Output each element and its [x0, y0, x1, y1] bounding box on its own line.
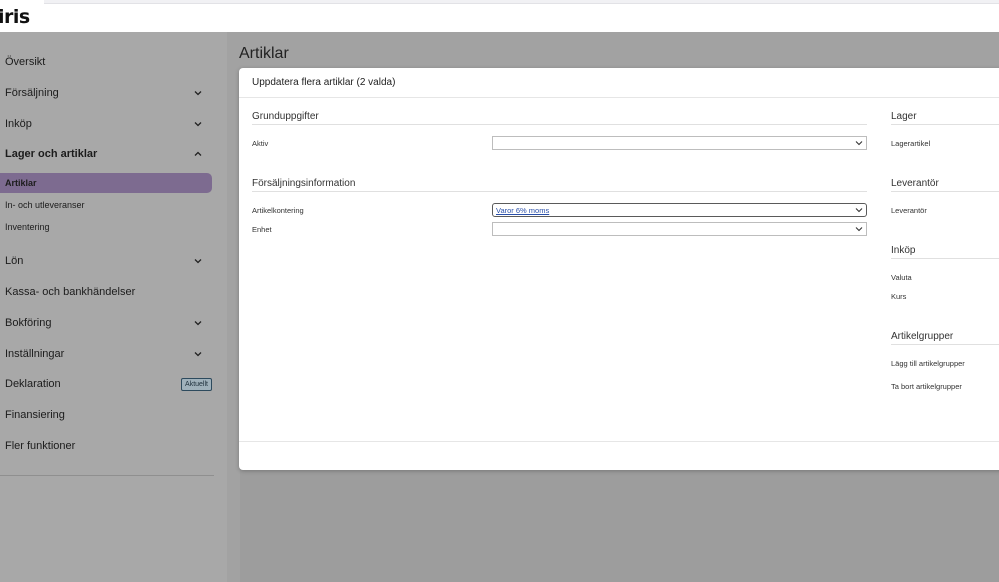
lagerartikel-label: Lagerartikel — [891, 139, 931, 148]
section-divider — [891, 258, 999, 259]
chevron-up-icon — [194, 150, 202, 158]
chevron-down-icon — [194, 120, 202, 128]
tab-strip — [44, 0, 999, 4]
section-title-artikelgrupper: Artikelgrupper — [891, 331, 954, 342]
chevron-down-icon — [194, 89, 202, 97]
sidebar-item-lager-och-artiklar[interactable]: Lager och artiklar — [0, 141, 218, 167]
artikelkontering-select[interactable]: Varor 6% moms — [492, 203, 867, 217]
valuta-label: Valuta — [891, 273, 912, 282]
background-panel — [240, 468, 999, 582]
sidebar-subitem-label: Artiklar — [5, 178, 37, 188]
sidebar-item-label: Lager och artiklar — [5, 148, 98, 160]
artikelkontering-select-value: Varor 6% moms — [496, 206, 550, 215]
section-divider — [891, 124, 999, 125]
sidebar-subitem-in-och-utleveranser[interactable]: In- och utleveranser — [0, 195, 212, 215]
remove-artikelgrupper-label: Ta bort artikelgrupper — [891, 382, 962, 391]
section-title-forsaljningsinformation: Försäljningsinformation — [252, 178, 356, 189]
sidebar-item-label: Kassa- och bankhändelser — [5, 286, 136, 298]
sidebar-item-finansiering[interactable]: Finansiering — [0, 402, 218, 428]
enhet-label: Enhet — [252, 225, 272, 234]
sidebar-subitem-label: Inventering — [5, 222, 50, 232]
section-title-lager: Lager — [891, 111, 917, 122]
sidebar-item-label: Deklaration — [5, 378, 61, 390]
leverantor-label: Leverantör — [891, 206, 927, 215]
page-title: Artiklar — [239, 45, 289, 62]
dialog-footer-divider — [239, 441, 999, 442]
sidebar-item-label: Inköp — [5, 118, 32, 130]
sidebar-item-bokforing[interactable]: Bokföring — [0, 310, 218, 336]
top-bar: iris — [0, 0, 999, 32]
chevron-down-icon — [855, 139, 863, 147]
section-title-inkop: Inköp — [891, 245, 916, 256]
sidebar-item-inkop[interactable]: Inköp — [0, 111, 218, 137]
aktiv-select[interactable] — [492, 136, 867, 150]
kurs-label: Kurs — [891, 292, 907, 301]
sidebar-subitem-label: In- och utleveranser — [5, 200, 85, 210]
update-articles-dialog: Uppdatera flera artiklar (2 valda) Grund… — [239, 68, 999, 470]
aktiv-label: Aktiv — [252, 139, 269, 148]
chevron-down-icon — [194, 257, 202, 265]
sidebar-item-label: Finansiering — [5, 409, 65, 421]
sidebar-item-kassa-och-bankhandelser[interactable]: Kassa- och bankhändelser — [0, 279, 218, 305]
section-title-leverantor: Leverantör — [891, 178, 939, 189]
sidebar-item-label: Inställningar — [5, 348, 65, 360]
sidebar-subitem-inventering[interactable]: Inventering — [0, 217, 212, 237]
sidebar-item-label: Bokföring — [5, 317, 52, 329]
sidebar-subitem-artiklar[interactable]: Artiklar — [0, 173, 212, 193]
sidebar-item-label: Översikt — [5, 56, 46, 68]
sidebar-divider — [0, 475, 214, 476]
sidebar-item-fler-funktioner[interactable]: Fler funktioner — [0, 433, 218, 459]
sidebar-item-label: Fler funktioner — [5, 440, 76, 452]
add-artikelgrupper-label: Lägg till artikelgrupper — [891, 359, 965, 368]
logo[interactable]: iris — [0, 6, 30, 28]
chevron-down-icon — [855, 225, 863, 233]
section-divider — [891, 344, 999, 345]
dialog-header: Uppdatera flera artiklar (2 valda) — [239, 68, 999, 98]
section-divider — [252, 191, 867, 192]
chevron-down-icon — [194, 319, 202, 327]
section-title-grunduppgifter: Grunduppgifter — [252, 111, 319, 122]
dialog-title: Uppdatera flera artiklar (2 valda) — [252, 77, 396, 88]
section-divider — [891, 191, 999, 192]
enhet-select[interactable] — [492, 222, 867, 236]
status-badge: Aktuellt — [181, 377, 212, 391]
sidebar-item-oversikt[interactable]: Översikt — [0, 49, 218, 75]
sidebar-item-installningar[interactable]: Inställningar — [0, 341, 218, 367]
sidebar: Översikt Försäljning Inköp Lager och art… — [0, 32, 227, 582]
chevron-down-icon — [194, 350, 202, 358]
sidebar-item-label: Lön — [5, 255, 24, 267]
sidebar-item-lon[interactable]: Lön — [0, 248, 218, 274]
sidebar-item-deklaration[interactable]: Deklaration Aktuellt — [0, 371, 218, 397]
section-divider — [252, 124, 867, 125]
sidebar-item-forsaljning[interactable]: Försäljning — [0, 80, 218, 106]
artikelkontering-label: Artikelkontering — [252, 206, 304, 215]
sidebar-item-label: Försäljning — [5, 87, 59, 99]
chevron-down-icon — [855, 206, 863, 214]
